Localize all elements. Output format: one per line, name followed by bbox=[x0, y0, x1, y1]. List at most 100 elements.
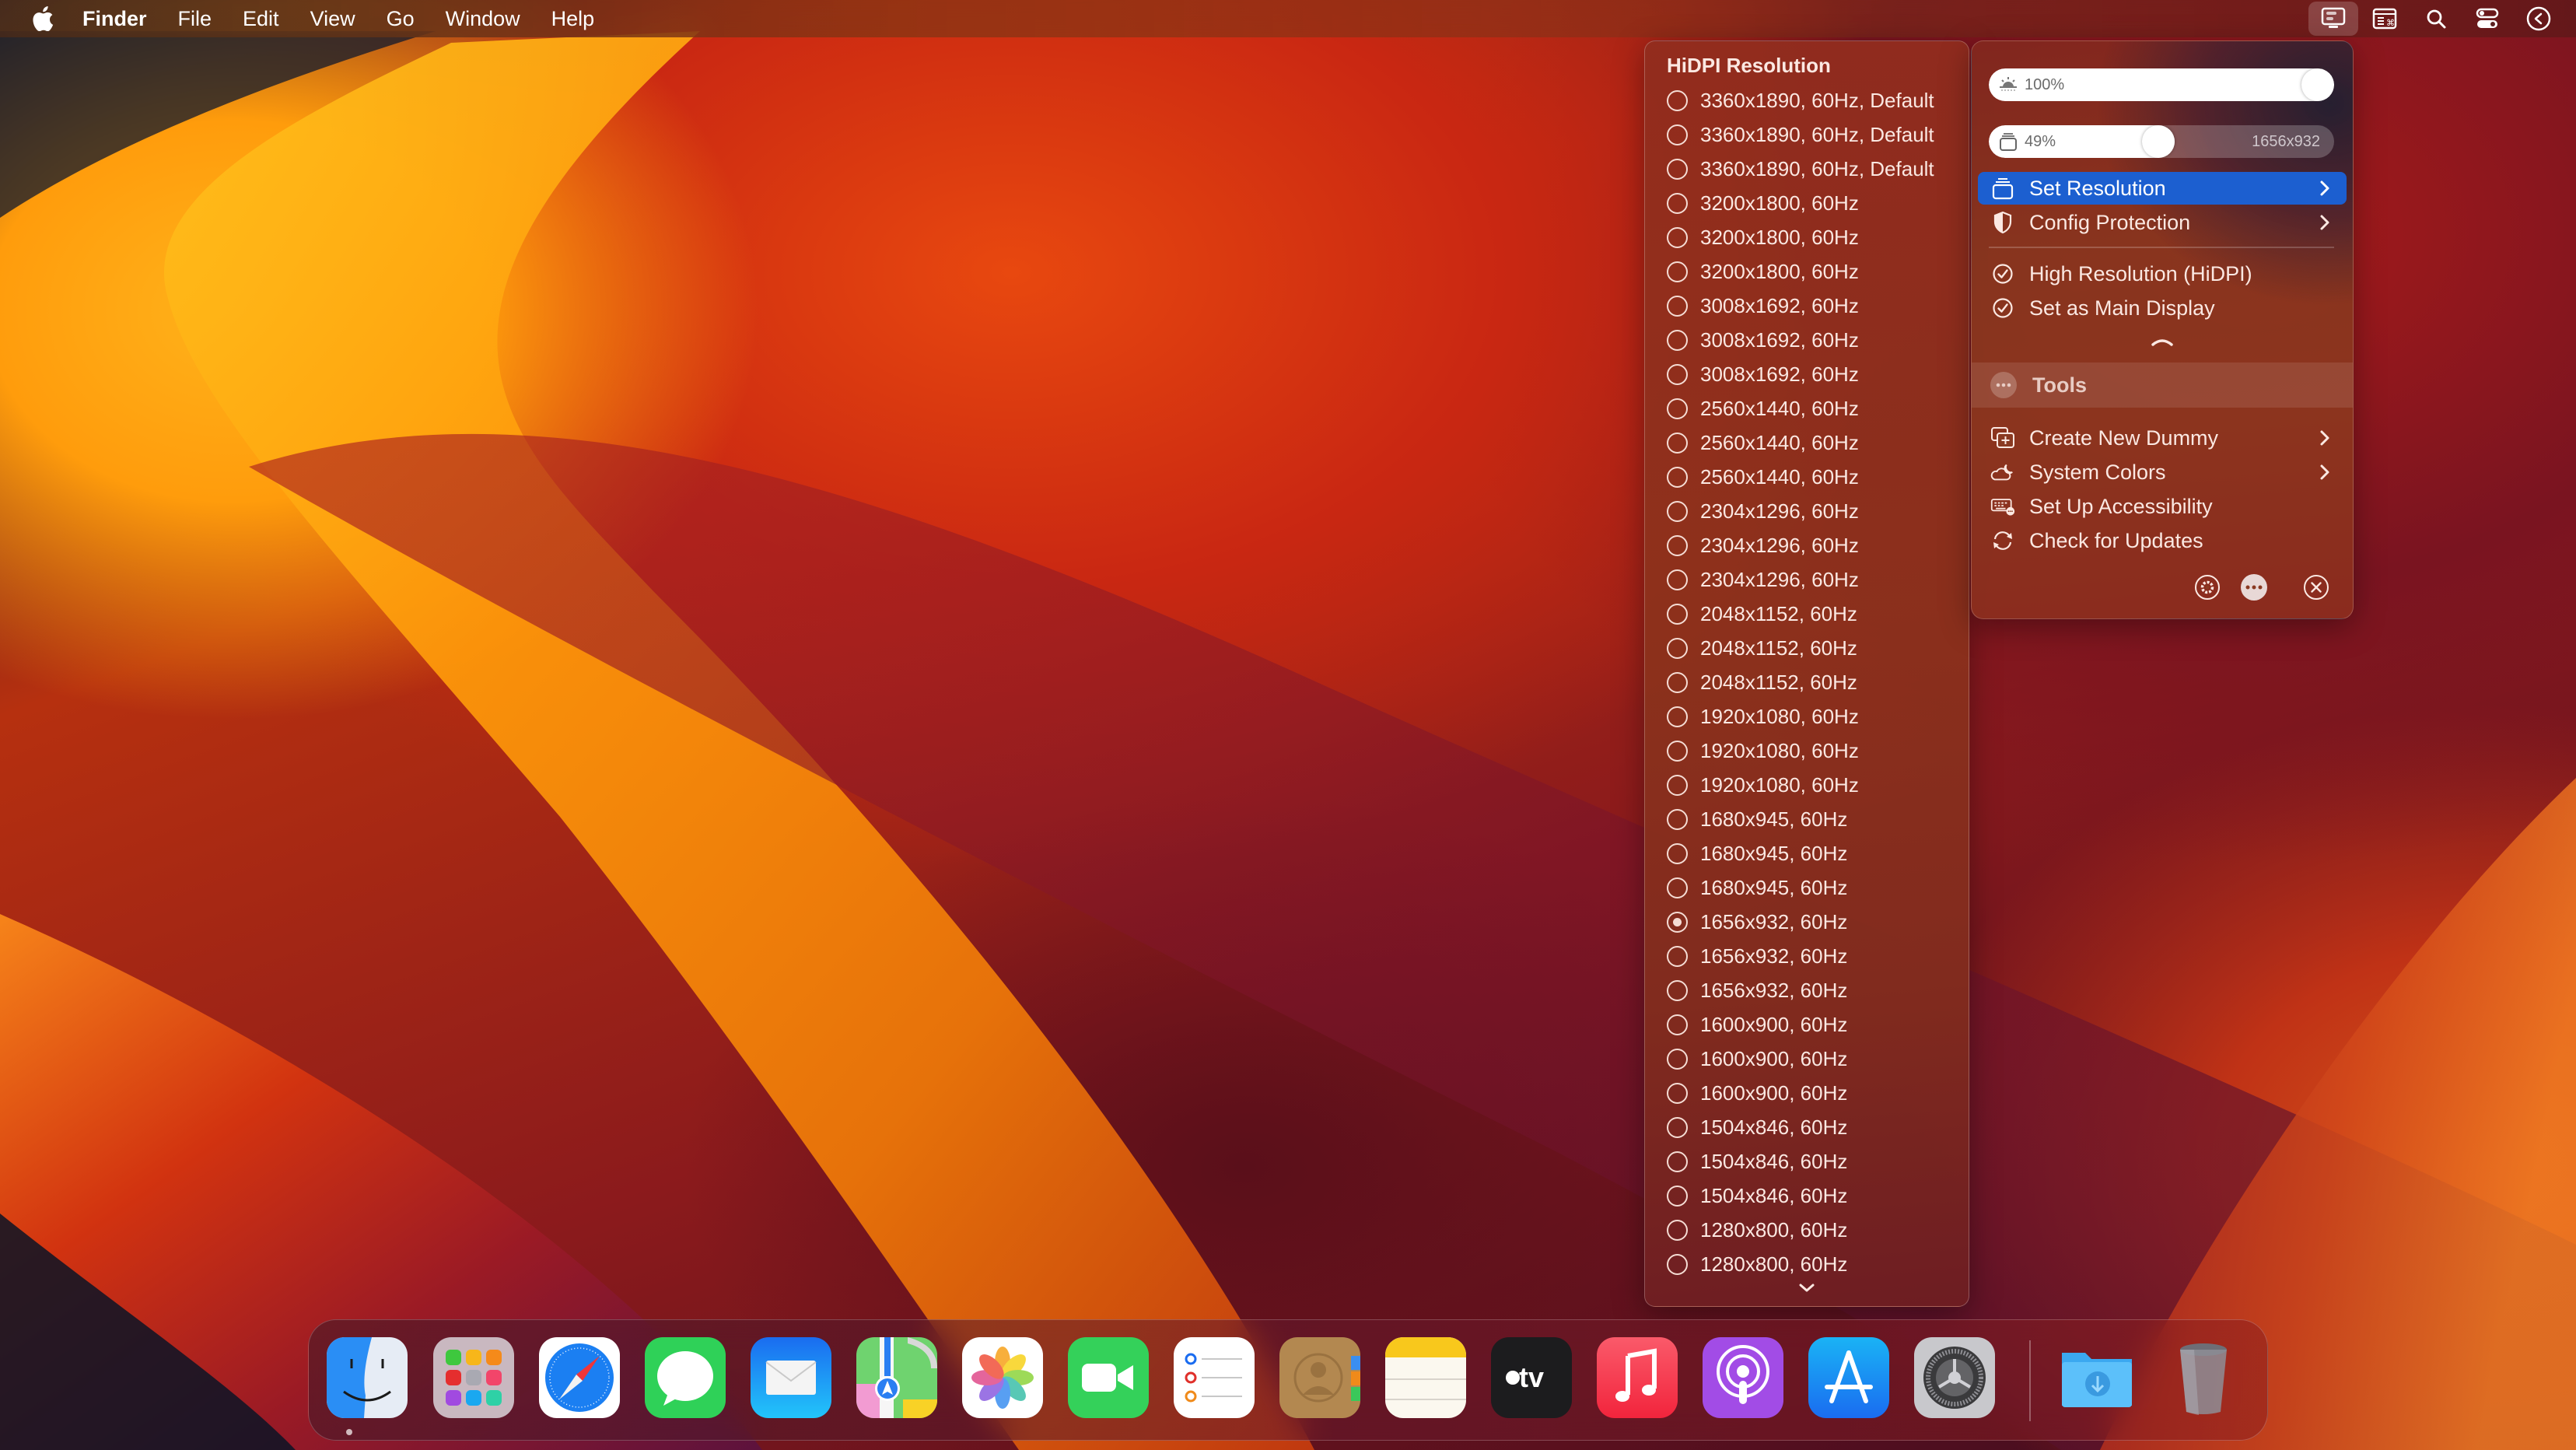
settings-button[interactable] bbox=[2194, 574, 2221, 601]
collapse-arrow-icon[interactable] bbox=[2514, 2, 2564, 36]
apple-menu-icon[interactable] bbox=[30, 4, 56, 33]
radio-icon bbox=[1667, 637, 1688, 659]
check-for-updates-item[interactable]: Check for Updates bbox=[1978, 524, 2347, 557]
more-options-button[interactable] bbox=[2241, 574, 2267, 601]
main-display-toggle[interactable]: Set as Main Display bbox=[1978, 292, 2347, 324]
dock-app-maps[interactable] bbox=[856, 1337, 937, 1418]
resolution-option[interactable]: 1920x1080, 60Hz bbox=[1651, 734, 1962, 768]
brightness-slider-knob[interactable] bbox=[2301, 68, 2334, 101]
resolution-option[interactable]: 1656x932, 60Hz bbox=[1651, 973, 1962, 1007]
resolution-option[interactable]: 2048x1152, 60Hz bbox=[1651, 597, 1962, 631]
resolution-option-label: 3200x1800, 60Hz bbox=[1700, 259, 1859, 283]
resolution-option[interactable]: 1680x945, 60Hz bbox=[1651, 870, 1962, 905]
dock-app-app-store[interactable] bbox=[1808, 1337, 1889, 1418]
menu-edit[interactable]: Edit bbox=[243, 7, 279, 31]
resolution-option[interactable]: 3200x1800, 60Hz bbox=[1651, 186, 1962, 220]
resolution-option[interactable]: 3360x1890, 60Hz, Default bbox=[1651, 83, 1962, 117]
radio-icon bbox=[1667, 1185, 1688, 1207]
launchpad-icon bbox=[433, 1337, 514, 1418]
resolution-option[interactable]: 1504x846, 60Hz bbox=[1651, 1110, 1962, 1144]
resolution-option[interactable]: 2560x1440, 60Hz bbox=[1651, 391, 1962, 426]
collapse-chevron-up-icon[interactable] bbox=[2151, 334, 2174, 348]
resolution-option[interactable]: 1680x945, 60Hz bbox=[1651, 802, 1962, 836]
brightness-slider[interactable]: 100% bbox=[1989, 68, 2334, 101]
create-new-dummy-item[interactable]: Create New Dummy bbox=[1978, 422, 2347, 454]
resolution-option[interactable]: 1504x846, 60Hz bbox=[1651, 1179, 1962, 1213]
dock-app-finder[interactable] bbox=[327, 1337, 408, 1418]
resolution-option[interactable]: 2304x1296, 60Hz bbox=[1651, 528, 1962, 562]
resolution-option[interactable]: 3360x1890, 60Hz, Default bbox=[1651, 152, 1962, 186]
resolution-option[interactable]: 1600x900, 60Hz bbox=[1651, 1076, 1962, 1110]
resolution-option[interactable]: 1656x932, 60Hz bbox=[1651, 905, 1962, 939]
resolution-option[interactable]: 3008x1692, 60Hz bbox=[1651, 323, 1962, 357]
spotlight-search-icon[interactable] bbox=[2411, 2, 2461, 36]
resolution-option[interactable]: 1920x1080, 60Hz bbox=[1651, 699, 1962, 734]
dock-app-facetime[interactable] bbox=[1068, 1337, 1149, 1418]
resolution-slider-knob[interactable] bbox=[2141, 125, 2175, 158]
dock-app-contacts[interactable] bbox=[1279, 1337, 1360, 1418]
radio-icon bbox=[1667, 500, 1688, 522]
menu-go[interactable]: Go bbox=[387, 7, 415, 31]
resolution-option-label: 1280x800, 60Hz bbox=[1700, 1252, 1848, 1276]
display-settings-icon[interactable] bbox=[2308, 2, 2358, 36]
config-protection-item[interactable]: Config Protection bbox=[1978, 206, 2347, 239]
keyboard-shortcut-icon[interactable]: ⌘ bbox=[2360, 2, 2410, 36]
resolution-option-label: 1656x932, 60Hz bbox=[1700, 978, 1848, 1002]
resolution-option[interactable]: 1280x800, 60Hz bbox=[1651, 1213, 1962, 1247]
dock-app-launchpad[interactable] bbox=[433, 1337, 514, 1418]
system-colors-item[interactable]: System Colors bbox=[1978, 456, 2347, 489]
menu-help[interactable]: Help bbox=[551, 7, 595, 31]
dock: tv bbox=[308, 1319, 2268, 1441]
resolution-option[interactable]: 3008x1692, 60Hz bbox=[1651, 289, 1962, 323]
resolution-option-label: 2304x1296, 60Hz bbox=[1700, 499, 1859, 523]
refresh-icon bbox=[1990, 528, 2015, 553]
resolution-option[interactable]: 3200x1800, 60Hz bbox=[1651, 254, 1962, 289]
set-up-accessibility-item[interactable]: Set Up Accessibility bbox=[1978, 490, 2347, 523]
resolution-slider[interactable]: 49% 1656x932 bbox=[1989, 125, 2334, 158]
menu-app-finder[interactable]: Finder bbox=[82, 7, 147, 31]
scroll-down-button[interactable] bbox=[1645, 1277, 1969, 1300]
notes-icon bbox=[1385, 1337, 1466, 1418]
quit-button[interactable] bbox=[2303, 574, 2329, 601]
resolution-option[interactable]: 2560x1440, 60Hz bbox=[1651, 460, 1962, 494]
resolution-option[interactable]: 1656x932, 60Hz bbox=[1651, 939, 1962, 973]
dock-app-system-settings[interactable] bbox=[1914, 1337, 1995, 1418]
set-resolution-item[interactable]: Set Resolution bbox=[1978, 172, 2347, 205]
brightness-value: 100% bbox=[2025, 76, 2065, 93]
resolution-option[interactable]: 1600x900, 60Hz bbox=[1651, 1007, 1962, 1042]
svg-text:tv: tv bbox=[1519, 1361, 1544, 1393]
dock-app-messages[interactable] bbox=[645, 1337, 726, 1418]
radio-icon bbox=[1667, 466, 1688, 488]
dock-app-tv[interactable]: tv bbox=[1491, 1337, 1572, 1418]
resolution-option[interactable]: 3360x1890, 60Hz, Default bbox=[1651, 117, 1962, 152]
tools-section-header[interactable]: Tools bbox=[1972, 362, 2353, 408]
dock-app-music[interactable] bbox=[1597, 1337, 1678, 1418]
resolution-option[interactable]: 2304x1296, 60Hz bbox=[1651, 562, 1962, 597]
control-center-icon[interactable] bbox=[2462, 2, 2512, 36]
radio-icon bbox=[1667, 603, 1688, 625]
dock-app-reminders[interactable] bbox=[1174, 1337, 1255, 1418]
resolution-option[interactable]: 1680x945, 60Hz bbox=[1651, 836, 1962, 870]
resolution-option[interactable]: 1920x1080, 60Hz bbox=[1651, 768, 1962, 802]
menu-view[interactable]: View bbox=[310, 7, 355, 31]
chevron-right-icon bbox=[2320, 464, 2329, 480]
menu-window[interactable]: Window bbox=[446, 7, 520, 31]
resolution-option[interactable]: 3200x1800, 60Hz bbox=[1651, 220, 1962, 254]
dock-trash[interactable] bbox=[2163, 1337, 2244, 1418]
resolution-option[interactable]: 2560x1440, 60Hz bbox=[1651, 426, 1962, 460]
hidpi-toggle[interactable]: High Resolution (HiDPI) bbox=[1978, 257, 2347, 290]
resolution-option[interactable]: 3008x1692, 60Hz bbox=[1651, 357, 1962, 391]
resolution-option[interactable]: 1504x846, 60Hz bbox=[1651, 1144, 1962, 1179]
resolution-option[interactable]: 2048x1152, 60Hz bbox=[1651, 665, 1962, 699]
resolution-option[interactable]: 2048x1152, 60Hz bbox=[1651, 631, 1962, 665]
resolution-option[interactable]: 1600x900, 60Hz bbox=[1651, 1042, 1962, 1076]
menu-file[interactable]: File bbox=[178, 7, 212, 31]
dock-app-safari[interactable] bbox=[539, 1337, 620, 1418]
dock-app-mail[interactable] bbox=[751, 1337, 831, 1418]
dock-stack-downloads[interactable] bbox=[2057, 1337, 2138, 1418]
dock-app-photos[interactable] bbox=[962, 1337, 1043, 1418]
photos-icon bbox=[962, 1337, 1043, 1418]
dock-app-notes[interactable] bbox=[1385, 1337, 1466, 1418]
resolution-option[interactable]: 2304x1296, 60Hz bbox=[1651, 494, 1962, 528]
dock-app-podcasts[interactable] bbox=[1703, 1337, 1783, 1418]
